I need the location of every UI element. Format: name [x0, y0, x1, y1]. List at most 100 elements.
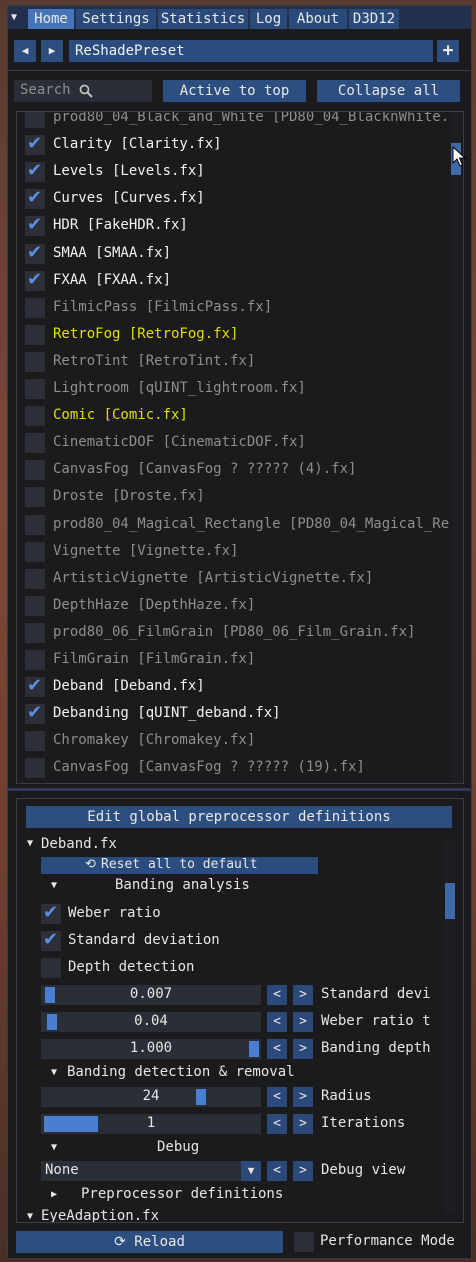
preset-name-field[interactable]: ReShadePreset: [69, 40, 433, 62]
edit-global-preprocessor-button[interactable]: Edit global preprocessor definitions: [26, 806, 452, 828]
list-item[interactable]: ArtisticVignette [ArtisticVignette.fx]: [25, 569, 445, 591]
effect-checkbox[interactable]: [25, 542, 45, 562]
effect-list[interactable]: prod80_04_Black_and_White [PD80_04_Black…: [16, 111, 464, 784]
active-to-top-button[interactable]: Active to top: [163, 80, 306, 102]
category-banding-analysis[interactable]: Banding analysis: [115, 877, 250, 893]
list-item[interactable]: ✔ Levels [Levels.fx]: [25, 160, 445, 184]
list-item[interactable]: ✔ SMAA [SMAA.fx]: [25, 242, 445, 266]
effect-checkbox[interactable]: ✔: [25, 214, 45, 236]
standard-deviation-checkbox[interactable]: ✔: [41, 929, 61, 951]
list-item[interactable]: Droste [Droste.fx]: [25, 487, 445, 509]
depth-detection-checkbox[interactable]: [41, 958, 61, 978]
list-item[interactable]: ✔ Debanding [qUINT_deband.fx]: [25, 702, 445, 726]
effect-checkbox[interactable]: [25, 352, 45, 372]
list-item[interactable]: ✔ Clarity [Clarity.fx]: [25, 133, 445, 157]
list-item[interactable]: prod80_04_Black_and_White [PD80_04_Black…: [25, 112, 449, 130]
list-item[interactable]: Comic [Comic.fx]: [25, 406, 445, 428]
reset-all-button[interactable]: ⟲ Reset all to default: [41, 857, 318, 874]
decrement-button[interactable]: <: [267, 1039, 287, 1059]
list-item[interactable]: RetroTint [RetroTint.fx]: [25, 352, 445, 374]
tab-d3d12[interactable]: D3D12: [349, 9, 399, 29]
window-collapse-icon[interactable]: ▼: [11, 11, 23, 25]
effect-checkbox[interactable]: [25, 112, 45, 128]
list-item[interactable]: RetroFog [RetroFog.fx]: [25, 325, 445, 347]
effect-checkbox[interactable]: ✔: [25, 675, 45, 697]
list-item[interactable]: prod80_04_Magical_Rectangle [PD80_04_Mag…: [25, 515, 449, 537]
effect-checkbox[interactable]: ✔: [25, 133, 45, 155]
banding-depth-slider[interactable]: 1.000: [41, 1039, 261, 1059]
effect-checkbox[interactable]: [25, 298, 45, 318]
increment-button[interactable]: >: [293, 1087, 313, 1107]
decrement-button[interactable]: <: [267, 1114, 287, 1134]
list-item[interactable]: ✔ Curves [Curves.fx]: [25, 187, 445, 211]
effect-checkbox[interactable]: [25, 460, 45, 480]
debug-view-combo[interactable]: None ▼: [41, 1161, 261, 1181]
iterations-slider[interactable]: 1: [41, 1114, 261, 1134]
decrement-button[interactable]: <: [267, 1161, 287, 1181]
category-debug[interactable]: Debug: [157, 1139, 199, 1155]
list-item[interactable]: Chromakey [Chromakey.fx]: [25, 731, 445, 753]
effect-header-deband[interactable]: Deband.fx: [41, 836, 117, 852]
preprocessor-definitions-header[interactable]: Preprocessor definitions: [81, 1186, 283, 1202]
effect-checkbox[interactable]: [25, 758, 45, 778]
decrement-button[interactable]: <: [267, 1087, 287, 1107]
tab-home[interactable]: Home: [28, 9, 74, 29]
radius-slider[interactable]: 24: [41, 1087, 261, 1107]
effect-checkbox[interactable]: ✔: [25, 242, 45, 264]
tab-log[interactable]: Log: [250, 9, 287, 29]
effect-checkbox[interactable]: ✔: [25, 160, 45, 182]
list-item[interactable]: FilmicPass [FilmicPass.fx]: [25, 298, 445, 320]
effect-checkbox[interactable]: [25, 379, 45, 399]
increment-button[interactable]: >: [293, 1161, 313, 1181]
weber-ratio-threshold-slider[interactable]: 0.04: [41, 1012, 261, 1032]
list-item[interactable]: DepthHaze [DepthHaze.fx]: [25, 596, 445, 618]
tab-statistics[interactable]: Statistics: [158, 9, 248, 29]
collapse-all-button[interactable]: Collapse all: [317, 80, 460, 102]
add-preset-button[interactable]: +: [437, 40, 459, 62]
decrement-button[interactable]: <: [267, 985, 287, 1005]
settings-scrollbar[interactable]: [445, 839, 455, 1213]
effect-checkbox[interactable]: [25, 569, 45, 589]
category-banding-detection[interactable]: Banding detection & removal: [67, 1064, 295, 1080]
next-preset-button[interactable]: ▶: [41, 40, 63, 62]
splitter[interactable]: [8, 788, 471, 791]
effect-list-scrollbar[interactable]: [451, 112, 461, 783]
list-item[interactable]: CinematicDOF [CinematicDOF.fx]: [25, 433, 445, 455]
reload-button[interactable]: ⟳ Reload: [16, 1231, 283, 1253]
list-item[interactable]: Vignette [Vignette.fx]: [25, 542, 445, 564]
tab-about[interactable]: About: [289, 9, 347, 29]
chevron-down-icon[interactable]: ▼: [241, 1161, 261, 1181]
effect-checkbox[interactable]: ✔: [25, 187, 45, 209]
effect-checkbox[interactable]: [25, 596, 45, 616]
increment-button[interactable]: >: [293, 1012, 313, 1032]
list-item[interactable]: Lightroom [qUINT_lightroom.fx]: [25, 379, 445, 401]
effect-checkbox[interactable]: [25, 406, 45, 426]
list-item[interactable]: ✔ FXAA [FXAA.fx]: [25, 269, 445, 293]
effect-header-eyeadaption[interactable]: EyeAdaption.fx: [41, 1208, 159, 1222]
performance-mode-checkbox[interactable]: [294, 1232, 314, 1252]
search-input[interactable]: Search: [14, 80, 152, 102]
list-item[interactable]: ✔ HDR [FakeHDR.fx]: [25, 214, 445, 238]
effect-checkbox[interactable]: [25, 487, 45, 507]
effect-checkbox[interactable]: [25, 325, 45, 345]
effect-checkbox[interactable]: [25, 623, 45, 643]
previous-preset-button[interactable]: ◀: [14, 40, 36, 62]
increment-button[interactable]: >: [293, 1039, 313, 1059]
decrement-button[interactable]: <: [267, 1012, 287, 1032]
effect-checkbox[interactable]: [25, 433, 45, 453]
effect-checkbox[interactable]: [25, 731, 45, 751]
list-item[interactable]: FilmGrain [FilmGrain.fx]: [25, 650, 445, 672]
increment-button[interactable]: >: [293, 985, 313, 1005]
effect-checkbox[interactable]: ✔: [25, 702, 45, 724]
list-item[interactable]: CanvasFog [CanvasFog ? ????? (19).fx]: [25, 758, 445, 780]
standard-deviation-slider[interactable]: 0.007: [41, 985, 261, 1005]
weber-ratio-checkbox[interactable]: ✔: [41, 902, 61, 924]
effect-checkbox[interactable]: ✔: [25, 269, 45, 291]
list-item[interactable]: prod80_06_FilmGrain [PD80_06_Film_Grain.…: [25, 623, 445, 645]
tab-settings[interactable]: Settings: [76, 9, 156, 29]
settings-scrollbar-thumb[interactable]: [445, 883, 455, 919]
list-item[interactable]: CanvasFog [CanvasFog ? ????? (4).fx]: [25, 460, 445, 482]
increment-button[interactable]: >: [293, 1114, 313, 1134]
effect-checkbox[interactable]: [25, 650, 45, 670]
list-item[interactable]: ✔ Deband [Deband.fx]: [25, 675, 445, 699]
